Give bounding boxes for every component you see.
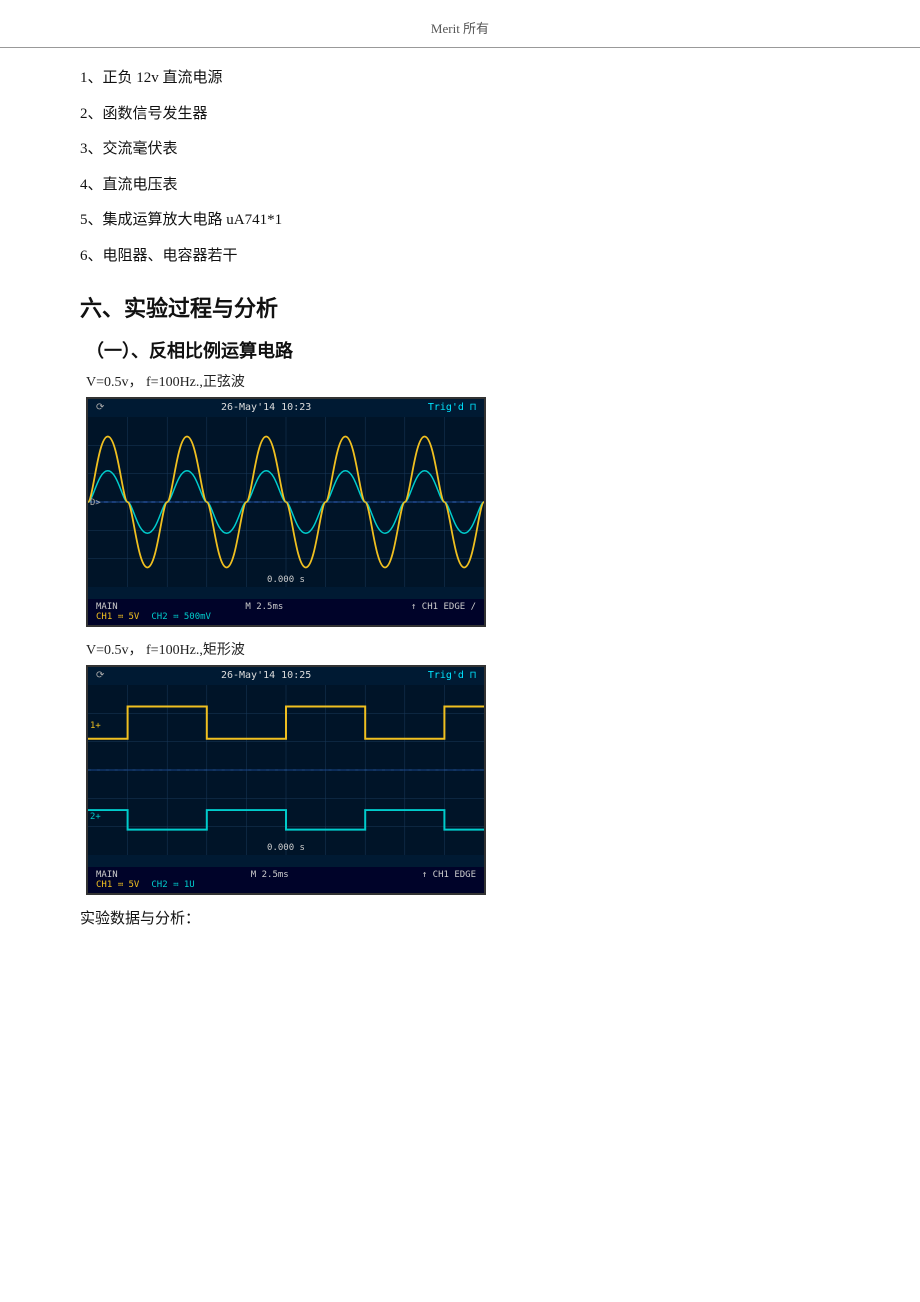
osc2-header-center: 26-May'14 10:25 <box>221 670 311 681</box>
list-item-5: 5、集成运算放大电路 uA741*1 <box>80 208 840 234</box>
osc2-header: ⟳ 26-May'14 10:25 Trig'd ⊓ <box>88 667 484 681</box>
oscilloscope-2: ⟳ 26-May'14 10:25 Trig'd ⊓ <box>86 665 486 895</box>
osc2-footer-row1: MAIN M 2.5ms ↑ CH1 EDGE <box>96 870 476 880</box>
osc1-footer-edge: ↑ CH1 EDGE / <box>411 602 476 612</box>
header-text: Merit 所有 <box>431 21 489 36</box>
osc2-header-left: ⟳ <box>96 670 104 681</box>
osc2-ch2-label: CH2 ≕ 1U <box>151 880 194 890</box>
analysis-label: 实验数据与分析： <box>80 907 840 933</box>
list-item-3: 3、交流毫伏表 <box>80 137 840 163</box>
osc1-header-center: 26-May'14 10:23 <box>221 402 311 413</box>
osc2-footer-main: M 2.5ms <box>251 870 289 880</box>
svg-text:2+: 2+ <box>90 812 101 822</box>
osc2-footer-row2: CH1 ≕ 5V CH2 ≕ 1U <box>96 880 476 890</box>
equipment-list: 1、正负 12v 直流电源 2、函数信号发生器 3、交流毫伏表 4、直流电压表 … <box>80 66 840 269</box>
osc1-footer-row2: CH1 ≕ 5V CH2 ≕ 500mV <box>96 612 476 622</box>
osc1-canvas: D> 0.000 s <box>88 417 484 587</box>
osc1-ch1-label: CH1 ≕ 5V <box>96 612 139 622</box>
osc1-footer-main: M 2.5ms <box>245 602 283 612</box>
list-item-4: 4、直流电压表 <box>80 173 840 199</box>
osc1-time-marker: 0.000 s <box>267 575 305 585</box>
osc1-header-right: Trig'd ⊓ <box>428 402 476 413</box>
osc2-ch1-label: CH1 ≕ 5V <box>96 880 139 890</box>
svg-text:1+: 1+ <box>90 721 101 731</box>
osc2-footer: MAIN M 2.5ms ↑ CH1 EDGE CH1 ≕ 5V CH2 ≕ 1… <box>88 867 484 893</box>
section6-title: 六、实验过程与分析 <box>80 291 840 323</box>
oscilloscope-1: ⟳ 26-May'14 10:23 Trig'd ⊓ <box>86 397 486 627</box>
list-item-6: 6、电阻器、电容器若干 <box>80 244 840 270</box>
list-item-2: 2、函数信号发生器 <box>80 102 840 128</box>
osc1-header: ⟳ 26-May'14 10:23 Trig'd ⊓ <box>88 399 484 413</box>
osc1-params: V=0.5v， f=100Hz.,正弦波 <box>86 371 840 391</box>
osc1-footer-row1: MAIN M 2.5ms ↑ CH1 EDGE / <box>96 602 476 612</box>
osc2-footer-main-label: MAIN <box>96 870 118 880</box>
osc2-footer-edge: ↑ CH1 EDGE <box>422 870 476 880</box>
main-content: 1、正负 12v 直流电源 2、函数信号发生器 3、交流毫伏表 4、直流电压表 … <box>0 66 920 973</box>
osc1-ch2-label: CH2 ≕ 500mV <box>151 612 211 622</box>
osc2-header-right: Trig'd ⊓ <box>428 670 476 681</box>
subsection1-title: （一）、反相比例运算电路 <box>86 337 840 363</box>
osc2-params: V=0.5v， f=100Hz.,矩形波 <box>86 639 840 659</box>
osc1-header-left: ⟳ <box>96 402 104 413</box>
page-header: Merit 所有 <box>0 0 920 48</box>
svg-text:D>: D> <box>90 498 101 508</box>
osc2-time-marker: 0.000 s <box>267 843 305 853</box>
list-item-1: 1、正负 12v 直流电源 <box>80 66 840 92</box>
osc2-canvas: 1+ 2+ 0.000 s <box>88 685 484 855</box>
osc1-footer-main-label: MAIN <box>96 602 118 612</box>
page: Merit 所有 1、正负 12v 直流电源 2、函数信号发生器 3、交流毫伏表… <box>0 0 920 1302</box>
osc1-footer: MAIN M 2.5ms ↑ CH1 EDGE / CH1 ≕ 5V CH2 ≕… <box>88 599 484 625</box>
